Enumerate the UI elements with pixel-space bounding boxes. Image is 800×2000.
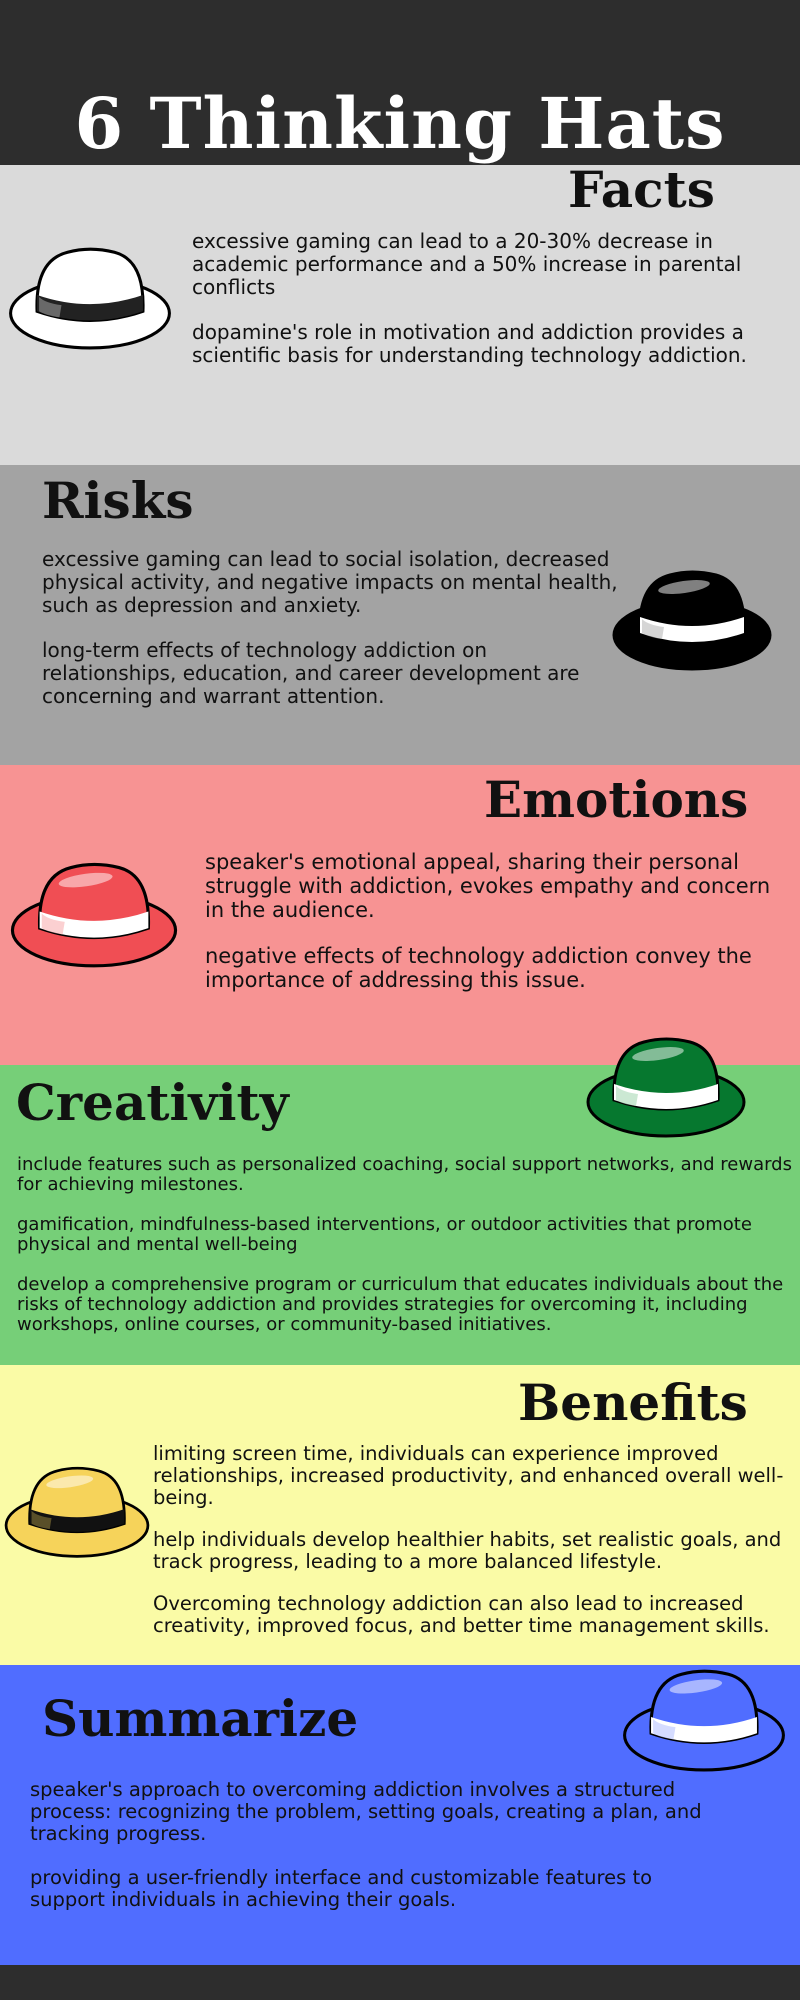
- creativity-body: include features such as personalized co…: [17, 1155, 800, 1335]
- summarize-paragraph: speaker's approach to overcoming addicti…: [30, 1778, 702, 1845]
- summarize-title: Summarize: [42, 1689, 359, 1748]
- summarize-body: speaker's approach to overcoming addicti…: [30, 1779, 720, 1933]
- header: 6 Thinking Hats: [0, 0, 800, 165]
- emotions-paragraph: negative effects of technology addiction…: [205, 944, 752, 992]
- benefits-title: Benefits: [518, 1373, 748, 1432]
- risks-paragraph: excessive gaming can lead to social isol…: [42, 547, 618, 617]
- facts-paragraph: dopamine's role in motivation and addict…: [192, 320, 747, 367]
- yellow-hat-icon: [4, 1466, 150, 1558]
- creativity-paragraph: develop a comprehensive program or curri…: [17, 1274, 784, 1335]
- facts-title: Facts: [568, 160, 715, 219]
- emotions-section: Emotions speaker's emotional appeal, sha…: [0, 765, 800, 1065]
- benefits-paragraph: limiting screen time, individuals can ex…: [153, 1442, 784, 1509]
- white-hat-icon: [9, 247, 171, 350]
- risks-title: Risks: [42, 471, 194, 530]
- emotions-title: Emotions: [484, 770, 749, 829]
- benefits-paragraph: help individuals develop healthier habit…: [153, 1528, 782, 1573]
- summarize-paragraph: providing a user-friendly interface and …: [30, 1866, 653, 1911]
- facts-paragraph: excessive gaming can lead to a 20-30% de…: [192, 229, 742, 299]
- red-hat-icon: [10, 862, 178, 968]
- page-title: 6 Thinking Hats: [74, 81, 726, 165]
- benefits-body: limiting screen time, individuals can ex…: [153, 1443, 798, 1637]
- emotions-body: speaker's emotional appeal, sharing thei…: [205, 850, 775, 1014]
- infographic-page: 6 Thinking Hats Facts excessive gaming c…: [0, 0, 800, 2000]
- creativity-paragraph: gamification, mindfulness-based interven…: [17, 1214, 752, 1255]
- creativity-paragraph: include features such as personalized co…: [17, 1154, 792, 1195]
- green-hat-icon: [586, 1037, 746, 1138]
- footer-bar: [0, 1965, 800, 2000]
- risks-section: Risks excessive gaming can lead to socia…: [0, 465, 800, 765]
- blue-hat-icon: [623, 1669, 785, 1772]
- facts-section: Facts excessive gaming can lead to a 20-…: [0, 165, 800, 465]
- emotions-paragraph: speaker's emotional appeal, sharing thei…: [205, 850, 771, 922]
- facts-body: excessive gaming can lead to a 20-30% de…: [192, 230, 792, 389]
- creativity-section: Creativity include features such as pers…: [0, 1037, 800, 1365]
- benefits-paragraph: Overcoming technology addiction can also…: [153, 1592, 770, 1637]
- risks-body: excessive gaming can lead to social isol…: [42, 548, 622, 730]
- summarize-section: Summarize speaker's approach to overcomi…: [0, 1665, 800, 1965]
- benefits-section: Benefits limiting screen time, individua…: [0, 1365, 800, 1665]
- creativity-title: Creativity: [16, 1073, 289, 1132]
- black-hat-icon: [612, 570, 772, 671]
- risks-paragraph: long-term effects of technology addictio…: [42, 638, 580, 708]
